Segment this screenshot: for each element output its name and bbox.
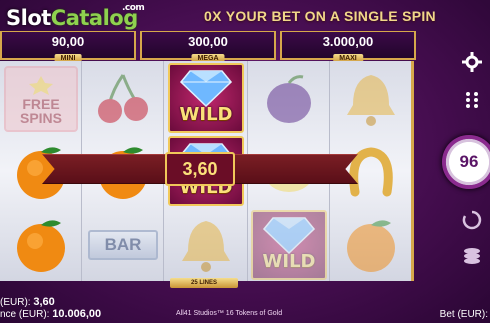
- orange-icon: [17, 220, 65, 272]
- free-spins-frame: FREE SPINS: [4, 66, 78, 132]
- win-info: (EUR): 3,60: [0, 296, 55, 308]
- game-credits: All41 Studios™ 16 Tokens of Gold: [176, 310, 283, 317]
- wild-frame: WILD: [251, 210, 327, 280]
- free-spins-line2: SPINS: [19, 110, 62, 126]
- orange-symbol: [0, 209, 82, 281]
- free-spins-symbol: FREE SPINS: [0, 63, 82, 135]
- orange-icon: [347, 220, 395, 272]
- horseshoe-icon: [349, 147, 393, 197]
- diamond-icon: [263, 217, 315, 254]
- spin-counter: 96: [459, 152, 479, 171]
- wild-symbol: WILD: [248, 209, 330, 281]
- cherry-symbol: [82, 63, 164, 135]
- jackpot-maxi-value: 3.000,00: [322, 34, 374, 49]
- cherry-icon: [98, 74, 148, 123]
- jackpot-row: 90,00 MINI 300,00 MEGA 3.000,00 MAXI: [0, 31, 490, 63]
- balance-info: nce (EUR): 10.006,00: [0, 308, 101, 320]
- win-amount: 3,60: [165, 152, 235, 186]
- bell-icon: [347, 75, 395, 126]
- bell-icon: [182, 221, 230, 272]
- free-spins-line1: FREE: [22, 96, 60, 112]
- headline-banner: 0X YOUR BET ON A SINGLE SPIN: [0, 8, 490, 30]
- jackpot-mega: 300,00 MEGA: [140, 31, 276, 63]
- headline-text: 0X YOUR BET ON A SINGLE SPIN: [204, 8, 436, 24]
- wild-label: WILD: [179, 104, 233, 125]
- jackpot-maxi: 3.000,00 MAXI: [280, 31, 416, 63]
- wild-label: WILD: [262, 251, 316, 272]
- win-prefix: (EUR):: [0, 297, 31, 308]
- star-icon: [29, 76, 53, 95]
- balance-prefix: nce (EUR):: [0, 309, 50, 320]
- wild-symbol: WILD: [164, 62, 248, 134]
- bet-label: Bet (EUR):: [439, 309, 488, 320]
- bell-symbol: [330, 63, 412, 135]
- win-value: 3,60: [33, 296, 55, 308]
- jackpot-mega-value: 300,00: [188, 34, 228, 49]
- menu-dots-icon[interactable]: [462, 90, 482, 110]
- jackpot-mini-value: 90,00: [51, 34, 85, 49]
- jackpot-mini: 90,00 MINI: [0, 31, 136, 63]
- autoplay-icon[interactable]: [462, 210, 482, 230]
- bell-symbol: [164, 209, 248, 281]
- bar-symbol: BAR: [82, 209, 164, 281]
- coins-icon[interactable]: [462, 246, 482, 266]
- balance-value: 10.006,00: [52, 308, 102, 320]
- status-bar: (EUR): 3,60 nce (EUR): 10.006,00 All41 S…: [0, 292, 490, 323]
- plum-symbol: [248, 63, 330, 135]
- diamond-icon: [180, 70, 232, 107]
- wild-frame: WILD: [168, 63, 244, 133]
- bar-label: BAR: [88, 230, 158, 260]
- spin-button[interactable]: 96: [442, 135, 490, 189]
- lines-label: 25 LINES: [170, 278, 238, 288]
- orange-symbol: [330, 209, 412, 281]
- plum-icon: [267, 75, 311, 123]
- gear-icon[interactable]: [462, 52, 482, 72]
